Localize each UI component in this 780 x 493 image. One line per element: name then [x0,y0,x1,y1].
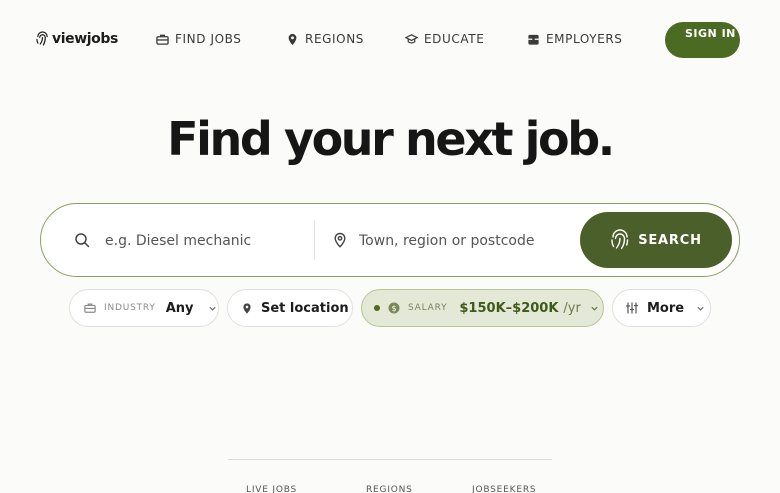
sliders-icon [626,302,638,314]
search-button-label: SEARCH [638,232,702,248]
location-filter[interactable]: Set location [227,289,353,327]
map-pin-icon [288,33,297,45]
building-icon [528,34,539,45]
map-pin-icon [243,302,251,314]
location-input[interactable] [359,228,571,254]
stats-divider [228,459,552,460]
salary-filter-label: SALARY [408,303,448,313]
dollar-coin-icon: $ [388,302,400,314]
briefcase-icon [84,303,96,313]
salary-filter-value: $150K–$200K [459,300,559,316]
industry-filter[interactable]: INDUSTRY Any [69,289,219,327]
chevron-down-icon [697,306,704,311]
page-title: Find your next job. [167,112,615,166]
fingerprint-icon [611,229,629,250]
location-pin-icon [334,232,346,248]
industry-filter-label: INDUSTRY [104,303,156,313]
nav-regions[interactable]: REGIONS [286,32,364,46]
logo-text: viewjobs [52,30,118,47]
search-divider [314,220,315,260]
graduation-cap-icon [405,33,418,43]
location-filter-value: Set location [261,300,349,316]
search-icon [75,233,90,248]
chevron-down-icon [591,306,598,311]
more-filters[interactable]: More [612,289,711,327]
more-filters-label: More [647,300,685,316]
nav-educate[interactable]: EDUCATE [405,32,484,46]
chevron-down-icon [208,306,216,311]
search-button[interactable]: SEARCH [580,212,732,268]
logo[interactable]: viewjobs [36,30,118,47]
sign-in-button[interactable]: SIGN IN [665,22,740,58]
nav-regions-label: REGIONS [305,32,364,46]
industry-filter-value: Any [165,300,194,316]
nav-find-jobs[interactable]: FIND JOBS [156,32,242,46]
top-nav: viewjobs FIND JOBS REGIONS EDUCATE EMPLO… [0,0,780,80]
active-dot [374,305,380,311]
keyword-input[interactable] [105,228,305,254]
salary-filter[interactable]: $ SALARY $150K–$200K /yr [361,289,604,327]
stat-jobseekers-label: JOBSEEKERS [472,485,537,493]
nav-employers-label: EMPLOYERS [546,32,623,46]
nav-employers[interactable]: EMPLOYERS [527,32,623,46]
salary-filter-unit: /yr [563,300,581,316]
stat-live-jobs-label: LIVE JOBS [246,485,298,493]
briefcase-icon [156,34,169,45]
nav-educate-label: EDUCATE [424,32,485,46]
stat-regions-label: REGIONS [366,485,413,493]
search-bar: SEARCH [40,203,740,277]
svg-text:$: $ [391,304,396,313]
nav-find-jobs-label: FIND JOBS [175,32,242,46]
fingerprint-logo-icon [36,31,48,46]
